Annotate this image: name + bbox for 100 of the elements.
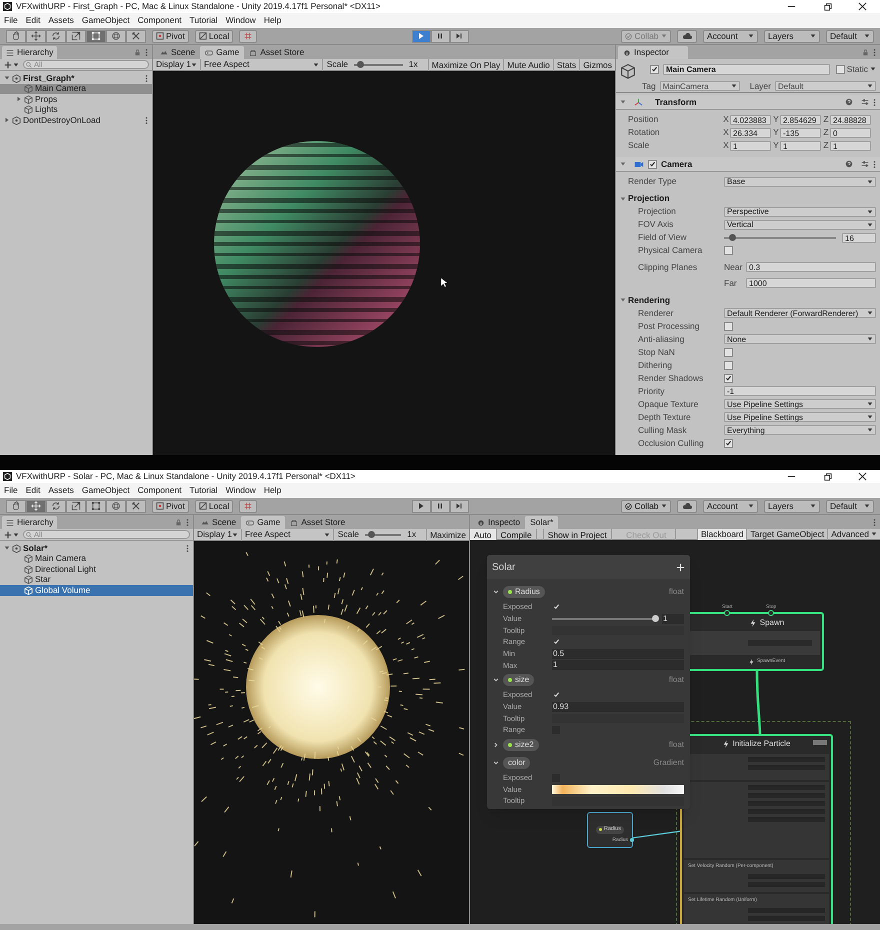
tool-button[interactable] [46,500,66,512]
tool-button[interactable] [66,500,86,512]
menu-item[interactable]: File [4,14,18,27]
dropdown[interactable]: Vertical [724,220,876,230]
plus-icon[interactable] [676,562,685,572]
pivot-button[interactable]: Pivot [152,30,189,42]
menu-item[interactable]: File [4,484,18,497]
dropdown[interactable]: Use Pipeline Settings [724,412,876,422]
add-button[interactable] [3,60,20,70]
tab[interactable]: Game [200,46,244,59]
play-button[interactable] [412,30,430,42]
input-field[interactable]: 2.854629 [780,114,821,124]
input-field[interactable]: 0.3 [746,262,876,272]
pivot-button[interactable]: Pivot [152,500,189,512]
checkbox[interactable] [724,374,733,382]
input-port[interactable] [768,610,774,616]
slider-track[interactable] [552,618,656,620]
sliders-icon[interactable] [861,98,869,106]
menu-item[interactable]: Edit [26,14,40,27]
property-pill[interactable]: size [503,674,534,686]
step-button[interactable] [450,500,468,512]
tool-button[interactable] [26,30,46,42]
account-dropdown[interactable]: Account [703,30,758,42]
tab[interactable]: Solar* [525,516,558,529]
input-field[interactable]: 4.023883 [730,114,771,124]
menu-item[interactable]: Tutorial [190,14,218,27]
tool-button[interactable] [6,30,26,42]
checkbox[interactable] [836,64,845,74]
cloud-button[interactable] [677,30,697,42]
menu-item[interactable]: GameObject [82,14,130,27]
tree-item[interactable]: Main Camera [0,84,152,94]
input-field[interactable]: -135 [780,128,821,138]
tree-item[interactable]: Directional Light [0,564,193,574]
help-icon[interactable] [845,98,853,106]
dropdown[interactable]: Default Renderer (ForwardRenderer) [724,308,876,318]
checkbox[interactable] [724,438,733,448]
close-icon[interactable] [858,472,867,481]
tool-button[interactable] [126,30,146,42]
chevron-down-icon[interactable] [493,589,499,595]
input-field[interactable]: 1 [552,660,684,670]
tree-item[interactable]: Solar* [0,543,193,554]
tool-button[interactable] [26,500,46,512]
input-field[interactable]: 1000 [746,278,876,288]
dropdown[interactable]: MainCamera [660,81,740,92]
input-field[interactable]: 0.93 [552,702,684,712]
input-field[interactable]: 1 [830,140,871,150]
help-icon[interactable] [845,160,853,168]
checkbox[interactable] [724,322,733,330]
tool-button[interactable] [86,30,106,42]
menu-item[interactable]: GameObject [82,484,130,497]
menu-item[interactable]: Assets [48,484,74,497]
checkbox[interactable] [724,348,733,356]
dropdown[interactable]: Use Pipeline Settings [724,399,876,409]
slider-thumb[interactable] [652,614,659,622]
local-button[interactable]: Local [194,30,234,42]
tool-button[interactable] [46,30,66,42]
menu-item[interactable]: Window [226,14,256,27]
tool-button[interactable] [106,500,126,512]
add-button[interactable] [3,530,20,540]
property-pill[interactable]: color [503,756,530,769]
dropdown[interactable]: Base [724,176,876,186]
checkbox[interactable] [648,160,657,168]
menu-item[interactable]: Tutorial [190,484,218,497]
checkbox[interactable] [552,638,560,646]
chevron-right-icon[interactable] [493,742,499,748]
tab[interactable]: Game [241,516,286,529]
chevron-down-icon[interactable] [493,760,499,766]
section-heading[interactable]: Projection [628,192,670,205]
dropdown[interactable]: Perspective [724,206,876,216]
input-port[interactable] [724,610,730,616]
collab-dropdown[interactable]: Collab [621,500,671,512]
input-field[interactable]: 16 [842,232,876,242]
tree-item[interactable]: Lights [0,104,152,115]
layout-dropdown[interactable]: Default [826,30,874,42]
gradient-field[interactable] [552,784,684,794]
name-field[interactable]: Main Camera [663,64,830,75]
tool-button[interactable] [86,500,106,512]
layers-dropdown[interactable]: Layers [764,500,820,512]
checkbox[interactable] [724,246,733,255]
input-field[interactable]: 26.334 [730,128,771,138]
tool-button[interactable] [66,30,86,42]
tree-item[interactable]: First_Graph* [0,73,152,84]
menu-item[interactable]: Help [264,14,282,27]
menu-item[interactable]: Help [264,484,282,497]
menu-item[interactable]: Component [138,484,182,497]
checkbox[interactable] [724,360,733,370]
tree-item[interactable]: Star [0,574,193,585]
local-button[interactable]: Local [194,500,234,512]
tool-button[interactable] [6,500,26,512]
input-field[interactable]: 1 [662,614,684,624]
input-field[interactable]: 1 [780,140,821,150]
input-field[interactable]: 1 [730,140,771,150]
pause-button[interactable] [430,30,450,42]
account-dropdown[interactable]: Account [703,500,758,512]
cloud-button[interactable] [677,500,697,512]
tab[interactable]: Inspector [618,46,688,59]
dropdown[interactable]: None [724,334,876,344]
tool-button[interactable] [106,30,126,42]
output-port[interactable] [630,838,634,842]
sliders-icon[interactable] [861,160,869,168]
